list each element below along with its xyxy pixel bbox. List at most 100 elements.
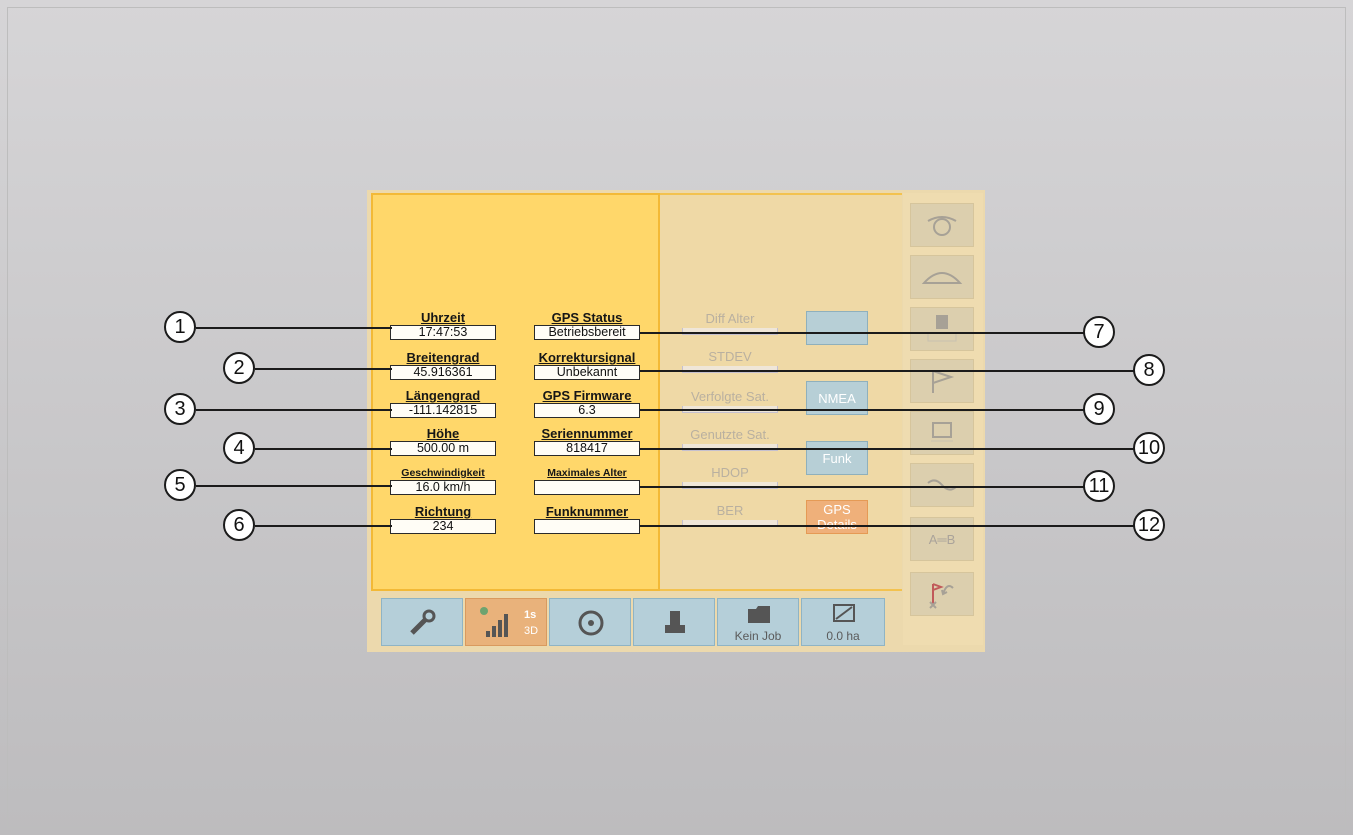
ber-field: BER [675, 503, 785, 527]
callout-line-5 [196, 485, 392, 487]
field-latitude: Breitengrad 45.916361 [389, 351, 497, 380]
gps-status-label: GPS Status [551, 310, 623, 325]
heading-value: 234 [390, 519, 496, 534]
field-serial: Seriennummer 818417 [532, 427, 642, 456]
callout-10: 10 [1133, 432, 1165, 464]
firmware-label: GPS Firmware [542, 388, 632, 403]
side-boom-button[interactable] [910, 255, 974, 299]
gps-status-value: Betriebsbereit [534, 325, 640, 340]
bottom-job-button[interactable]: Kein Job [717, 598, 799, 646]
max-age-label: Maximales Alter [547, 467, 627, 479]
altitude-label: Höhe [426, 426, 460, 441]
heading-label: Richtung [414, 504, 472, 519]
side-ab-button[interactable]: A═B [910, 517, 974, 561]
bottom-area-button[interactable]: 0.0 ha [801, 598, 885, 646]
diff-age-label: Diff Alter [705, 311, 755, 326]
steering-wheel-icon [578, 610, 604, 636]
field-longitude: Längengrad -111.142815 [389, 389, 497, 418]
serial-value: 818417 [534, 441, 640, 456]
callout-8: 8 [1133, 354, 1165, 386]
callout-4: 4 [223, 432, 255, 464]
latitude-value: 45.916361 [390, 365, 496, 380]
bottom-gps-button[interactable]: 1s 3D [465, 598, 547, 646]
radio-number-value [534, 519, 640, 534]
serial-label: Seriennummer [541, 426, 633, 441]
latitude-label: Breitengrad [406, 350, 480, 365]
callout-11: 11 [1083, 470, 1115, 502]
correction-value: Unbekannt [534, 365, 640, 380]
funk-label: Funk [822, 450, 852, 466]
bottom-settings-button[interactable] [381, 598, 463, 646]
field-correction: Korrektursignal Unbekannt [532, 351, 642, 380]
side-undo-button[interactable] [910, 572, 974, 616]
nmea-label: NMEA [818, 390, 856, 406]
callout-6: 6 [223, 509, 255, 541]
callout-line-7 [640, 332, 1084, 334]
gps-details-button[interactable]: GPS Details [806, 500, 868, 534]
time-label: Uhrzeit [420, 310, 466, 325]
callout-12: 12 [1133, 509, 1165, 541]
time-value: 17:47:53 [390, 325, 496, 340]
tractor-icon [665, 611, 685, 633]
area-label: 0.0 ha [826, 629, 860, 643]
field-radio-number: Funknummer [532, 505, 642, 534]
field-time: Uhrzeit 17:47:53 [389, 311, 497, 340]
status-button[interactable] [806, 311, 868, 345]
steering-wheel-icon [927, 216, 957, 236]
window-icon [931, 422, 953, 442]
max-age-value [534, 480, 640, 495]
altitude-value: 500.00 m [390, 441, 496, 456]
side-flag-button[interactable] [910, 359, 974, 403]
field-speed: Geschwindigkeit 16.0 km/h [389, 466, 497, 495]
speed-label: Geschwindigkeit [401, 467, 485, 479]
longitude-label: Längengrad [405, 388, 481, 403]
firmware-value: 6.3 [534, 403, 640, 418]
callout-5: 5 [164, 469, 196, 501]
callout-line-1 [196, 327, 392, 329]
ber-label: BER [716, 503, 744, 518]
callout-3: 3 [164, 393, 196, 425]
side-steering-button[interactable] [910, 203, 974, 247]
callout-line-2 [255, 368, 392, 370]
tracked-sat-label: Verfolgte Sat. [690, 389, 770, 404]
field-gps-status: GPS Status Betriebsbereit [532, 311, 642, 340]
gps-speed-label: 1s [524, 609, 537, 621]
side-tractor-button[interactable] [910, 307, 974, 351]
ab-label: A═B [928, 531, 956, 547]
callout-line-10 [640, 448, 1134, 450]
callout-2: 2 [223, 352, 255, 384]
radio-number-label: Funknummer [545, 504, 629, 519]
callout-9: 9 [1083, 393, 1115, 425]
used-sat-label: Genutzte Sat. [690, 427, 770, 442]
field-max-age: Maximales Alter [532, 466, 642, 495]
undo-flag-icon [929, 583, 954, 609]
speed-value: 16.0 km/h [390, 480, 496, 495]
area-icon [833, 604, 855, 622]
wrench-icon [410, 609, 436, 635]
callout-line-8 [640, 370, 1134, 372]
callout-line-11 [640, 486, 1084, 488]
side-wave-button[interactable] [910, 463, 974, 507]
callout-line-12 [640, 525, 1134, 527]
signal-icon [480, 607, 508, 637]
hdop-label: HDOP [711, 465, 749, 480]
funk-button[interactable]: Funk [806, 441, 868, 475]
callout-7: 7 [1083, 316, 1115, 348]
bottom-tractor-button[interactable] [633, 598, 715, 646]
field-firmware: GPS Firmware 6.3 [532, 389, 642, 418]
stdev-label: STDEV [708, 349, 752, 364]
callout-line-4 [255, 448, 392, 450]
tractor-icon [927, 315, 957, 342]
wave-icon [927, 479, 957, 491]
gps-details-line1: GPS [823, 502, 851, 517]
bottom-steering-button[interactable] [549, 598, 631, 646]
job-label: Kein Job [734, 629, 782, 643]
field-altitude: Höhe 500.00 m [389, 427, 497, 456]
folder-icon [748, 606, 770, 623]
correction-label: Korrektursignal [538, 350, 636, 365]
callout-1: 1 [164, 311, 196, 343]
longitude-value: -111.142815 [390, 403, 496, 418]
field-heading: Richtung 234 [389, 505, 497, 534]
callout-line-9 [640, 409, 1084, 411]
callout-line-3 [196, 409, 392, 411]
